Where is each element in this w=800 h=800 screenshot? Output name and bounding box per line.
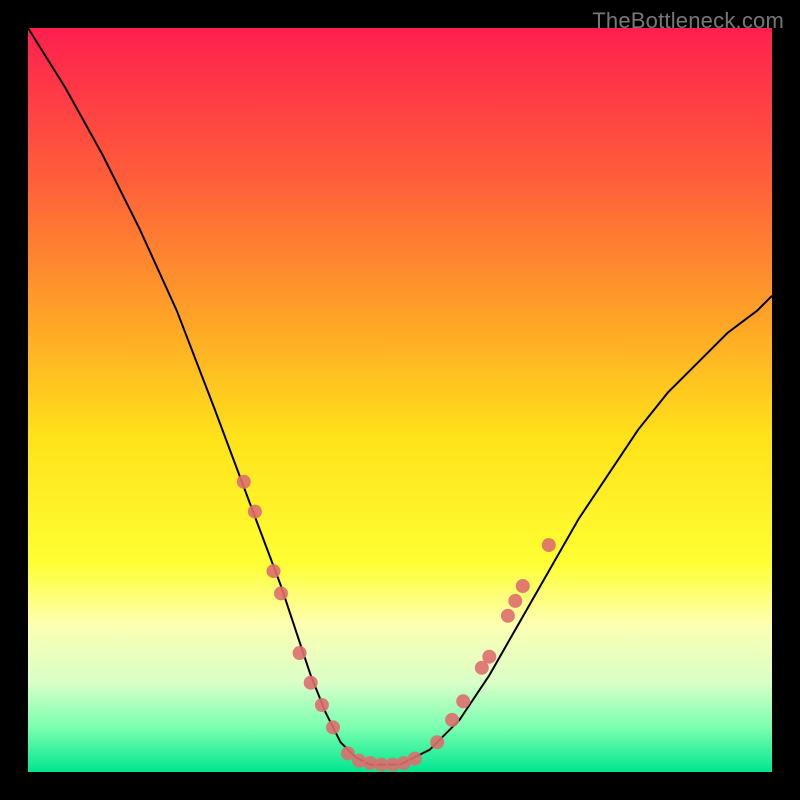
curve-marker [237,475,251,489]
curve-marker [430,735,444,749]
curve-marker [501,609,515,623]
curve-marker [456,694,470,708]
curve-marker [248,505,262,519]
curve-marker [315,698,329,712]
chart-frame: TheBottleneck.com [0,0,800,800]
curve-marker [445,713,459,727]
curve-marker [408,752,422,766]
curve-marker [508,594,522,608]
curve-marker [304,676,318,690]
curve-marker [274,586,288,600]
plot-area [28,28,772,772]
curve-marker [293,646,307,660]
watermark-text: TheBottleneck.com [592,8,784,34]
curve-marker [267,564,281,578]
curve-marker [542,538,556,552]
curve-marker [482,650,496,664]
curve-marker [326,720,340,734]
curve-marker [516,579,530,593]
chart-svg [28,28,772,772]
gradient-background [28,28,772,772]
